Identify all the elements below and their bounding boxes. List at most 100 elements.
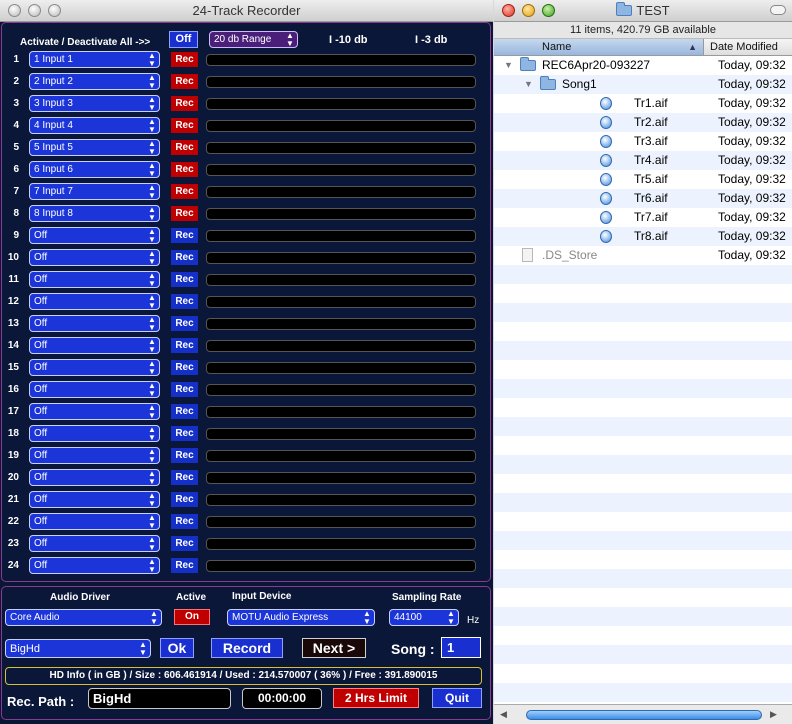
track-rec-button[interactable]: Rec bbox=[171, 536, 198, 551]
file-list-row[interactable]: Tr6.aif Today, 09:32 bbox=[494, 189, 792, 208]
song-number-field[interactable]: 1 bbox=[441, 637, 481, 658]
disclosure-triangle-icon[interactable]: ▼ bbox=[524, 75, 533, 94]
track-input-select[interactable]: Off ▲ ▼ bbox=[29, 425, 160, 442]
track-input-select[interactable]: 2 Input 2 ▲ ▼ bbox=[29, 73, 160, 90]
track-rec-button[interactable]: Rec bbox=[171, 206, 198, 221]
track-input-select[interactable]: Off ▲ ▼ bbox=[29, 469, 160, 486]
track-rec-button[interactable]: Rec bbox=[171, 492, 198, 507]
track-rec-button[interactable]: Rec bbox=[171, 118, 198, 133]
rec-path-field[interactable]: BigHd bbox=[88, 688, 231, 709]
track-rec-button[interactable]: Rec bbox=[171, 74, 198, 89]
file-list-row[interactable]: Tr2.aif Today, 09:32 bbox=[494, 113, 792, 132]
file-list-row[interactable]: .DS_Store Today, 09:32 bbox=[494, 246, 792, 265]
track-rec-button[interactable]: Rec bbox=[171, 96, 198, 111]
updown-arrows-icon: ▲ ▼ bbox=[139, 640, 147, 657]
disk-select-value: BigHd bbox=[10, 643, 40, 655]
range-select[interactable]: 20 db Range ▲ ▼ bbox=[209, 31, 298, 48]
track-input-select[interactable]: Off ▲ ▼ bbox=[29, 271, 160, 288]
track-rec-button[interactable]: Rec bbox=[171, 184, 198, 199]
track-input-select[interactable]: Off ▲ ▼ bbox=[29, 447, 160, 464]
active-toggle-button[interactable]: On bbox=[174, 609, 210, 625]
audio-driver-select[interactable]: Core Audio ▲ ▼ bbox=[5, 609, 162, 626]
quit-button[interactable]: Quit bbox=[432, 688, 482, 708]
time-limit-button[interactable]: 2 Hrs Limit bbox=[333, 688, 419, 708]
column-header-date[interactable]: Date Modified bbox=[704, 39, 792, 56]
updown-arrows-icon: ▲ ▼ bbox=[148, 117, 156, 134]
track-input-select[interactable]: Off ▲ ▼ bbox=[29, 249, 160, 266]
column-header-name[interactable]: Name ▲ bbox=[494, 39, 704, 56]
toolbar-toggle-icon[interactable] bbox=[770, 5, 786, 15]
file-list-row[interactable]: Tr1.aif Today, 09:32 bbox=[494, 94, 792, 113]
track-input-select[interactable]: 6 Input 6 ▲ ▼ bbox=[29, 161, 160, 178]
file-list-row[interactable]: Tr7.aif Today, 09:32 bbox=[494, 208, 792, 227]
track-rec-button[interactable]: Rec bbox=[171, 52, 198, 67]
track-input-select[interactable]: 5 Input 5 ▲ ▼ bbox=[29, 139, 160, 156]
file-list-row[interactable]: Tr5.aif Today, 09:32 bbox=[494, 170, 792, 189]
track-rec-button[interactable]: Rec bbox=[171, 228, 198, 243]
track-input-select[interactable]: Off ▲ ▼ bbox=[29, 491, 160, 508]
updown-arrows-icon: ▲ ▼ bbox=[148, 359, 156, 376]
track-rec-button[interactable]: Rec bbox=[171, 338, 198, 353]
track-input-select[interactable]: Off ▲ ▼ bbox=[29, 557, 160, 574]
track-input-select[interactable]: Off ▲ ▼ bbox=[29, 381, 160, 398]
track-rec-button[interactable]: Rec bbox=[171, 470, 198, 485]
file-list-row[interactable]: Tr3.aif Today, 09:32 bbox=[494, 132, 792, 151]
disk-select[interactable]: BigHd ▲ ▼ bbox=[5, 639, 151, 658]
file-list-row[interactable]: Tr8.aif Today, 09:32 bbox=[494, 227, 792, 246]
track-input-select[interactable]: Off ▲ ▼ bbox=[29, 535, 160, 552]
track-rec-button[interactable]: Rec bbox=[171, 140, 198, 155]
track-rec-button[interactable]: Rec bbox=[171, 448, 198, 463]
track-input-select[interactable]: Off ▲ ▼ bbox=[29, 513, 160, 530]
sampling-rate-value: 44100 bbox=[394, 612, 422, 623]
next-button[interactable]: Next > bbox=[302, 638, 366, 658]
file-list-row[interactable]: ▼ REC6Apr20-093227 Today, 09:32 bbox=[494, 56, 792, 75]
empty-list-row bbox=[494, 455, 792, 474]
track-rec-button[interactable]: Rec bbox=[171, 382, 198, 397]
track-rec-button[interactable]: Rec bbox=[171, 514, 198, 529]
empty-list-row bbox=[494, 607, 792, 626]
file-list-row[interactable]: ▼ Song1 Today, 09:32 bbox=[494, 75, 792, 94]
disclosure-triangle-icon[interactable]: ▼ bbox=[504, 56, 513, 75]
track-level-meter bbox=[206, 98, 476, 110]
track-input-select[interactable]: Off ▲ ▼ bbox=[29, 403, 160, 420]
file-list-row[interactable]: Tr4.aif Today, 09:32 bbox=[494, 151, 792, 170]
track-rec-button[interactable]: Rec bbox=[171, 360, 198, 375]
scroll-thumb[interactable] bbox=[526, 710, 762, 720]
track-input-select[interactable]: Off ▲ ▼ bbox=[29, 315, 160, 332]
track-rec-button[interactable]: Rec bbox=[171, 272, 198, 287]
track-rec-button[interactable]: Rec bbox=[171, 558, 198, 573]
track-rec-button[interactable]: Rec bbox=[171, 294, 198, 309]
track-input-value: 3 Input 3 bbox=[34, 98, 73, 109]
record-button[interactable]: Record bbox=[211, 638, 283, 658]
track-row: 3 3 Input 3 ▲ ▼ Rec bbox=[2, 93, 492, 115]
audio-file-icon bbox=[600, 116, 612, 129]
scroll-left-icon[interactable]: ◀ bbox=[500, 709, 507, 720]
ok-button[interactable]: Ok bbox=[160, 638, 194, 658]
empty-list-row bbox=[494, 303, 792, 322]
track-input-select[interactable]: 7 Input 7 ▲ ▼ bbox=[29, 183, 160, 200]
empty-list-row bbox=[494, 360, 792, 379]
track-rec-button[interactable]: Rec bbox=[171, 162, 198, 177]
track-input-select[interactable]: 4 Input 4 ▲ ▼ bbox=[29, 117, 160, 134]
track-rec-button[interactable]: Rec bbox=[171, 426, 198, 441]
track-input-select[interactable]: Off ▲ ▼ bbox=[29, 227, 160, 244]
sampling-rate-select[interactable]: 44100 ▲ ▼ bbox=[389, 609, 459, 626]
input-device-select[interactable]: MOTU Audio Express ▲ ▼ bbox=[227, 609, 375, 626]
track-row: 24 Off ▲ ▼ Rec bbox=[2, 555, 492, 577]
track-input-select[interactable]: 3 Input 3 ▲ ▼ bbox=[29, 95, 160, 112]
track-input-select[interactable]: 8 Input 8 ▲ ▼ bbox=[29, 205, 160, 222]
audio-driver-value: Core Audio bbox=[10, 612, 60, 623]
track-rec-button[interactable]: Rec bbox=[171, 404, 198, 419]
horizontal-scrollbar[interactable]: ◀ ▶ bbox=[494, 704, 792, 724]
track-rec-button[interactable]: Rec bbox=[171, 250, 198, 265]
track-input-select[interactable]: Off ▲ ▼ bbox=[29, 359, 160, 376]
activate-all-off-button[interactable]: Off bbox=[169, 31, 198, 48]
updown-arrows-icon: ▲ ▼ bbox=[363, 609, 371, 626]
track-input-select[interactable]: Off ▲ ▼ bbox=[29, 293, 160, 310]
track-rec-button[interactable]: Rec bbox=[171, 316, 198, 331]
track-number: 5 bbox=[13, 142, 19, 153]
scroll-right-icon[interactable]: ▶ bbox=[770, 709, 777, 720]
track-input-select[interactable]: Off ▲ ▼ bbox=[29, 337, 160, 354]
track-input-select[interactable]: 1 Input 1 ▲ ▼ bbox=[29, 51, 160, 68]
track-input-value: 4 Input 4 bbox=[34, 120, 73, 131]
